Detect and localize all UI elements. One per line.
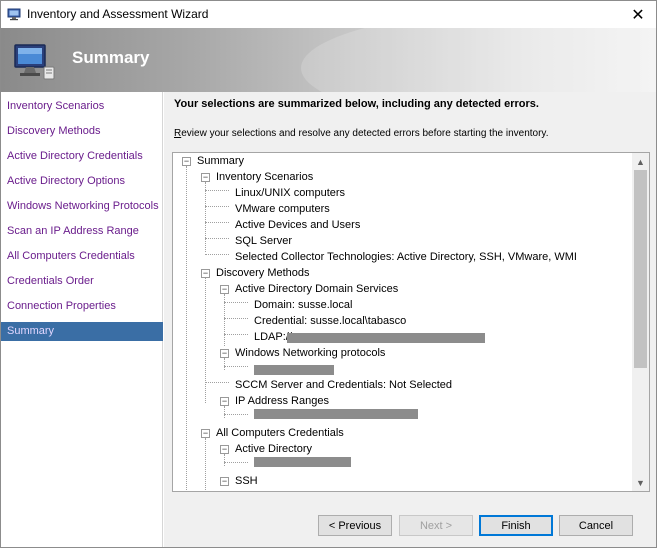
tree-node-linux-unix[interactable]: Linux/UNIX computers — [235, 185, 345, 201]
sidebar-item-inventory-scenarios[interactable]: Inventory Scenarios — [1, 97, 163, 116]
sidebar-item-all-computers-credentials[interactable]: All Computers Credentials — [1, 247, 163, 266]
sidebar-item-discovery-methods[interactable]: Discovery Methods — [1, 122, 163, 141]
tree-connector — [205, 222, 229, 223]
tree-connector — [224, 366, 248, 367]
finish-button[interactable]: Finish — [479, 515, 553, 536]
tree-connector — [205, 182, 206, 252]
sidebar-item-active-directory-options[interactable]: Active Directory Options — [1, 172, 163, 191]
sidebar-item-scan-ip-address-range[interactable]: Scan an IP Address Range — [1, 222, 163, 241]
tree-node-ad-domain-services[interactable]: Active Directory Domain Services — [235, 281, 398, 297]
sidebar-item-active-directory-credentials[interactable]: Active Directory Credentials — [1, 147, 163, 166]
tree-collapse-summary-icon[interactable]: − — [182, 157, 191, 166]
previous-button[interactable]: < Previous — [318, 515, 392, 536]
banner-heading: Summary — [72, 48, 150, 67]
tree-node-active-directory[interactable]: Active Directory — [235, 441, 312, 457]
wizard-app-icon — [7, 8, 21, 21]
tree-node-domain[interactable]: Domain: susse.local — [254, 297, 352, 313]
tree-connector — [224, 358, 225, 370]
tree-node-windows-networking[interactable]: Windows Networking protocols — [235, 345, 385, 361]
tree-connector — [224, 406, 225, 418]
tree-node-ssh[interactable]: SSH — [235, 473, 258, 489]
redacted-windows-networking-value — [254, 365, 334, 375]
wizard-window: Inventory and Assessment Wizard ✕ Summar… — [0, 0, 657, 548]
close-icon[interactable]: ✕ — [620, 1, 656, 28]
window-title: Inventory and Assessment Wizard — [27, 7, 209, 21]
tree-connector — [224, 334, 248, 335]
sidebar-item-windows-networking-protocols[interactable]: Windows Networking Protocols — [1, 197, 163, 216]
tree-connector — [205, 254, 229, 255]
banner-swoosh — [301, 28, 656, 92]
redacted-ip-range-value — [254, 409, 418, 419]
tree-connector — [205, 206, 229, 207]
tree-connector — [224, 454, 225, 466]
scroll-down-arrow-icon[interactable]: ▼ — [632, 474, 649, 491]
instructions-text: eview your selections and resolve any de… — [181, 128, 549, 139]
scroll-up-arrow-icon[interactable]: ▲ — [632, 153, 649, 170]
header-banner: Summary — [1, 28, 656, 92]
scrollbar-thumb[interactable] — [634, 170, 647, 368]
tree-node-summary[interactable]: Summary — [197, 153, 244, 169]
tree-node-all-computers-credentials[interactable]: All Computers Credentials — [216, 425, 344, 441]
sidebar-item-credentials-order[interactable]: Credentials Order — [1, 272, 163, 291]
tree-node-ip-ranges[interactable]: IP Address Ranges — [235, 393, 329, 409]
tree-collapse-inventory-scenarios-icon[interactable]: − — [201, 173, 210, 182]
tree-node-discovery-methods[interactable]: Discovery Methods — [216, 265, 310, 281]
tree-collapse-active-directory-icon[interactable]: − — [220, 445, 229, 454]
sidebar-item-summary[interactable]: Summary — [1, 322, 163, 341]
tree-collapse-windows-networking-icon[interactable]: − — [220, 349, 229, 358]
tree-collapse-ssh-icon[interactable]: − — [220, 477, 229, 486]
summary-tree[interactable]: − Summary − Inventory Scenarios Linux/UN… — [172, 152, 650, 492]
tree-node-active-devices-users[interactable]: Active Devices and Users — [235, 217, 360, 233]
tree-connector — [224, 302, 248, 303]
redacted-active-directory-credential — [254, 457, 351, 467]
tree-connector — [205, 382, 229, 383]
redacted-ldap-path — [287, 333, 485, 343]
tree-node-credential[interactable]: Credential: susse.local\tabasco — [254, 313, 406, 329]
tree-node-inventory-scenarios[interactable]: Inventory Scenarios — [216, 169, 313, 185]
summary-instructions: Review your selections and resolve any d… — [174, 128, 548, 139]
tree-connector — [224, 318, 248, 319]
title-bar: Inventory and Assessment Wizard ✕ — [1, 1, 656, 28]
summary-lead-text: Your selections are summarized below, in… — [174, 98, 539, 110]
tree-collapse-ip-ranges-icon[interactable]: − — [220, 397, 229, 406]
tree-connector — [205, 238, 229, 239]
tree-connector — [224, 462, 248, 463]
tree-node-sccm[interactable]: SCCM Server and Credentials: Not Selecte… — [235, 377, 452, 393]
sidebar-item-connection-properties[interactable]: Connection Properties — [1, 297, 163, 316]
tree-connector — [186, 166, 187, 491]
cancel-button[interactable]: Cancel — [559, 515, 633, 536]
next-button[interactable]: Next > — [399, 515, 473, 536]
tree-collapse-ad-domain-services-icon[interactable]: − — [220, 285, 229, 294]
tree-connector — [224, 414, 248, 415]
tree-collapse-all-computers-credentials-icon[interactable]: − — [201, 429, 210, 438]
tree-node-collector-technologies[interactable]: Selected Collector Technologies: Active … — [235, 249, 577, 265]
wizard-steps-sidebar: Inventory Scenarios Discovery Methods Ac… — [1, 92, 163, 547]
tree-connector — [205, 278, 206, 403]
tree-vertical-scrollbar[interactable]: ▲ ▼ — [632, 153, 649, 491]
summary-tree-viewport: − Summary − Inventory Scenarios Linux/UN… — [173, 153, 633, 491]
tree-connector — [205, 438, 206, 491]
computer-monitor-icon — [14, 44, 55, 80]
tree-node-sql-server[interactable]: SQL Server — [235, 233, 292, 249]
summary-panel: Your selections are summarized below, in… — [164, 92, 656, 547]
tree-collapse-discovery-methods-icon[interactable]: − — [201, 269, 210, 278]
tree-connector — [205, 190, 229, 191]
tree-node-vmware[interactable]: VMware computers — [235, 201, 330, 217]
